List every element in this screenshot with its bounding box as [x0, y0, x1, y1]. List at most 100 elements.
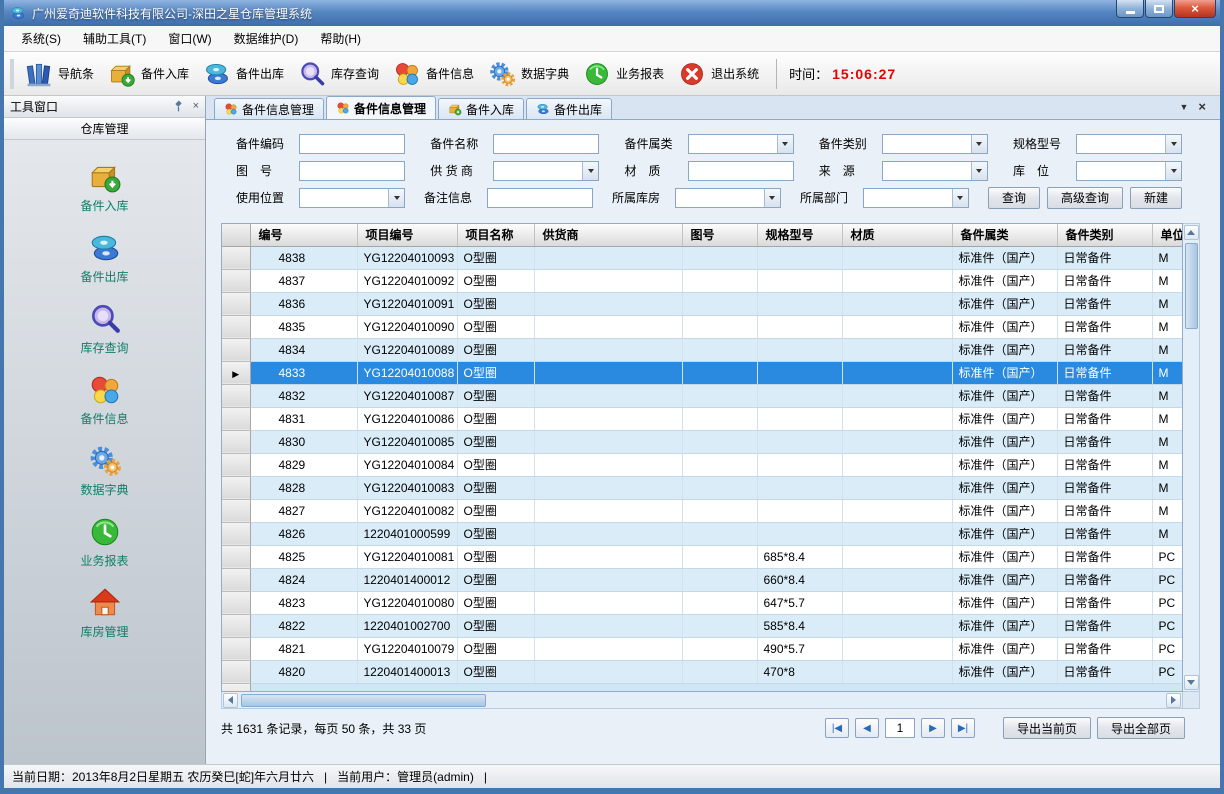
combo-dropdown-button[interactable]	[582, 162, 598, 180]
cell-part-category[interactable]: 标准件（国产）	[952, 315, 1057, 338]
cell-drawing-no[interactable]	[682, 430, 757, 453]
table-row[interactable]: ▶ 4829 YG12204010084 O型圈	[222, 453, 1183, 476]
cell-supplier[interactable]	[534, 338, 682, 361]
cell-part-type[interactable]: 日常备件	[1057, 453, 1152, 476]
table-row[interactable]: ▶ 4837 YG12204010092 O型圈	[222, 269, 1183, 292]
cell-number[interactable]: 4836	[250, 292, 357, 315]
cell-drawing-no[interactable]	[682, 660, 757, 683]
scroll-right-button[interactable]	[1166, 693, 1181, 708]
cell-number[interactable]: 4830	[250, 430, 357, 453]
cell-project-name[interactable]: O型圈	[457, 338, 534, 361]
cell-part-category[interactable]: 标准件（国产）	[952, 637, 1057, 660]
column-header[interactable]: 单位	[1152, 224, 1183, 246]
cell-project-name[interactable]: O型圈	[457, 614, 534, 637]
page-number-input[interactable]	[885, 718, 915, 738]
combo-dropdown-button[interactable]	[1165, 135, 1181, 153]
cell-material[interactable]	[842, 499, 952, 522]
cell-spec-model[interactable]	[757, 430, 842, 453]
cell-project-code[interactable]: YG12204010080	[357, 591, 457, 614]
row-selector-cell[interactable]: ▶	[222, 614, 250, 637]
menu-item[interactable]: 辅助工具(T)	[72, 25, 157, 52]
cell-supplier[interactable]	[534, 499, 682, 522]
cell-number[interactable]: 4824	[250, 568, 357, 591]
cell-project-code[interactable]: YG12204010087	[357, 384, 457, 407]
cell-unit[interactable]: M	[1152, 453, 1183, 476]
cell-material[interactable]	[842, 614, 952, 637]
cell-unit[interactable]: M	[1152, 407, 1183, 430]
combo-dropdown-button[interactable]	[971, 162, 987, 180]
cell-project-name[interactable]: O型圈	[457, 499, 534, 522]
row-selector-cell[interactable]: ▶	[222, 568, 250, 591]
cell-part-type[interactable]: 日常备件	[1057, 361, 1152, 384]
cell-number[interactable]: 4822	[250, 614, 357, 637]
table-row[interactable]: ▶ 4835 YG12204010090 O型圈	[222, 315, 1183, 338]
cell-part-type[interactable]: 日常备件	[1057, 292, 1152, 315]
cell-unit[interactable]: PC	[1152, 591, 1183, 614]
cell-part-category[interactable]: 标准件（国产）	[952, 246, 1057, 269]
sidebar-item[interactable]: 备件出库	[4, 223, 205, 294]
menu-item[interactable]: 系统(S)	[10, 25, 72, 52]
cell-supplier[interactable]	[534, 292, 682, 315]
cell-drawing-no[interactable]	[682, 384, 757, 407]
cell-material[interactable]	[842, 407, 952, 430]
cell-spec-model[interactable]	[757, 361, 842, 384]
cell-drawing-no[interactable]	[682, 246, 757, 269]
cell-material[interactable]	[842, 246, 952, 269]
cell-number[interactable]: 4837	[250, 269, 357, 292]
cell-part-type[interactable]: 日常备件	[1057, 614, 1152, 637]
cell-project-code[interactable]: YG12204010083	[357, 476, 457, 499]
search-combo[interactable]	[1076, 134, 1182, 154]
cell-project-name[interactable]: O型圈	[457, 637, 534, 660]
table-row[interactable]: ▶ 4838 YG12204010093 O型圈	[222, 246, 1183, 269]
cell-number[interactable]: 4832	[250, 384, 357, 407]
cell-number[interactable]: 4834	[250, 338, 357, 361]
row-selector-cell[interactable]: ▶	[222, 545, 250, 568]
vertical-scroll-thumb[interactable]	[1185, 243, 1198, 329]
cell-part-type[interactable]: 日常备件	[1057, 637, 1152, 660]
cell-unit[interactable]: PC	[1152, 614, 1183, 637]
cell-spec-model[interactable]	[757, 407, 842, 430]
cell-number[interactable]: 4821	[250, 637, 357, 660]
cell-drawing-no[interactable]	[682, 614, 757, 637]
search-action-button[interactable]: 高级查询	[1047, 187, 1123, 209]
export-current-page-button[interactable]: 导出当前页	[1003, 717, 1091, 739]
cell-project-name[interactable]: O型圈	[457, 361, 534, 384]
cell-number[interactable]: 4823	[250, 591, 357, 614]
cell-material[interactable]	[842, 522, 952, 545]
search-combo[interactable]	[493, 161, 599, 181]
cell-project-name[interactable]: O型圈	[457, 246, 534, 269]
row-selector-cell[interactable]: ▶	[222, 246, 250, 269]
cell-project-name[interactable]: O型圈	[457, 476, 534, 499]
cell-spec-model[interactable]: 685*8.4	[757, 545, 842, 568]
column-header[interactable]: 备件属类	[952, 224, 1057, 246]
toolbar-item[interactable]: 备件信息	[388, 56, 483, 92]
scroll-down-button[interactable]	[1184, 675, 1199, 690]
cell-part-type[interactable]: 日常备件	[1057, 407, 1152, 430]
cell-spec-model[interactable]: 470*8	[757, 660, 842, 683]
cell-drawing-no[interactable]	[682, 637, 757, 660]
search-text-input[interactable]	[299, 134, 405, 154]
row-selector-cell[interactable]: ▶	[222, 407, 250, 430]
combo-dropdown-button[interactable]	[388, 189, 404, 207]
cell-project-code[interactable]: YG12204010086	[357, 407, 457, 430]
cell-part-category[interactable]: 标准件（国产）	[952, 522, 1057, 545]
cell-supplier[interactable]	[534, 545, 682, 568]
cell-part-type[interactable]: 日常备件	[1057, 568, 1152, 591]
cell-project-name[interactable]: O型圈	[457, 568, 534, 591]
tab-list-dropdown-icon[interactable]: ▼	[1179, 102, 1188, 112]
cell-unit[interactable]: M	[1152, 522, 1183, 545]
row-selector-cell[interactable]: ▶	[222, 660, 250, 683]
search-combo[interactable]	[299, 188, 405, 208]
cell-part-category[interactable]: 标准件（国产）	[952, 453, 1057, 476]
cell-spec-model[interactable]	[757, 384, 842, 407]
column-header[interactable]: 备件类别	[1057, 224, 1152, 246]
cell-unit[interactable]: M	[1152, 338, 1183, 361]
cell-part-category[interactable]: 标准件（国产）	[952, 384, 1057, 407]
row-selector-cell[interactable]: ▶	[222, 522, 250, 545]
menu-item[interactable]: 帮助(H)	[309, 25, 372, 52]
table-row[interactable]: ▶ 4827 YG12204010082 O型圈	[222, 499, 1183, 522]
table-row[interactable]: ▶ 4832 YG12204010087 O型圈	[222, 384, 1183, 407]
cell-number[interactable]: 4833	[250, 361, 357, 384]
cell-spec-model[interactable]	[757, 315, 842, 338]
sidebar-item[interactable]: 业务报表	[4, 507, 205, 578]
